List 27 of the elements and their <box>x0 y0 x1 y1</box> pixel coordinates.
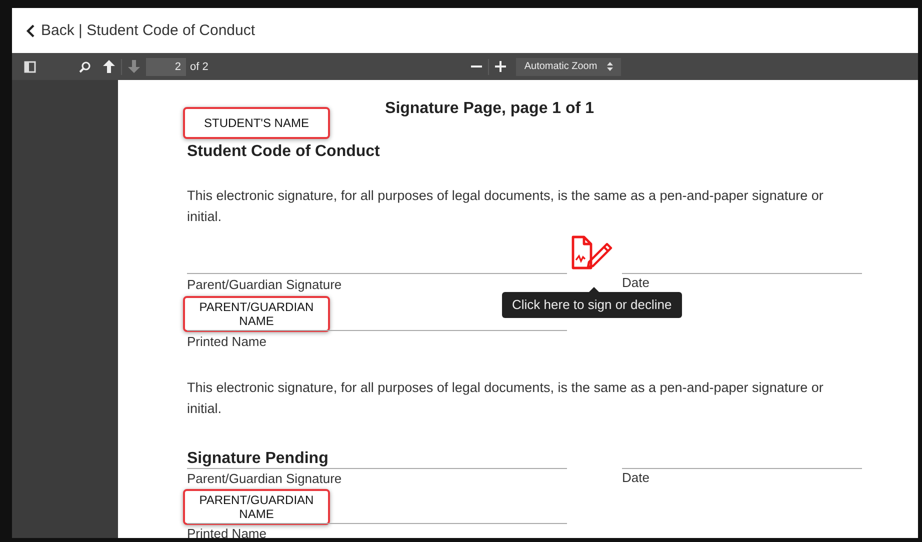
page-number-field[interactable]: 2 <box>146 58 186 76</box>
zoom-select[interactable]: Automatic Zoom <box>516 58 622 76</box>
paragraph: This electronic signature, for all purposes of legal documents, is the same as a pen-and-paper signature or initial. <box>187 187 824 226</box>
signature-status: Signature Pending <box>187 450 330 468</box>
guardian-name-field[interactable]: PARENT/GUARDIAN NAME <box>183 489 330 525</box>
up-down-arrows-icon <box>607 62 614 71</box>
paragraph: This electronic signature, for all purposes of legal documents, is the same as a pen-and-paper signature or initial. <box>187 379 824 418</box>
student-name-field[interactable]: STUDENT'S NAME <box>183 107 330 139</box>
signature-label: Parent/Guardian Signature <box>187 470 342 488</box>
printed-name-label: Printed Name <box>187 525 266 538</box>
tooltip-pointer <box>589 287 599 292</box>
date-label: Date <box>622 274 650 292</box>
tooltip: Click here to sign or decline <box>502 292 682 318</box>
document-heading: Student Code of Conduct <box>187 143 381 161</box>
chevron-left-icon <box>26 24 35 38</box>
sidebar-toggle-icon[interactable] <box>24 60 36 72</box>
search-icon[interactable] <box>79 60 91 72</box>
guardian-name-field[interactable]: PARENT/GUARDIAN NAME <box>183 296 330 332</box>
sign-document-icon[interactable] <box>571 235 613 271</box>
zoom-in-icon[interactable] <box>495 61 506 72</box>
printed-name-label: Printed Name <box>187 333 266 351</box>
arrow-up-icon[interactable] <box>103 60 115 73</box>
page-count: of 2 <box>190 60 208 72</box>
date-label: Date <box>622 469 650 487</box>
back-button[interactable]: Back | Student Code of Conduct <box>26 22 256 39</box>
page-title: Signature Page, page 1 of 1 <box>385 100 594 119</box>
signature-label: Parent/Guardian Signature <box>187 276 342 294</box>
